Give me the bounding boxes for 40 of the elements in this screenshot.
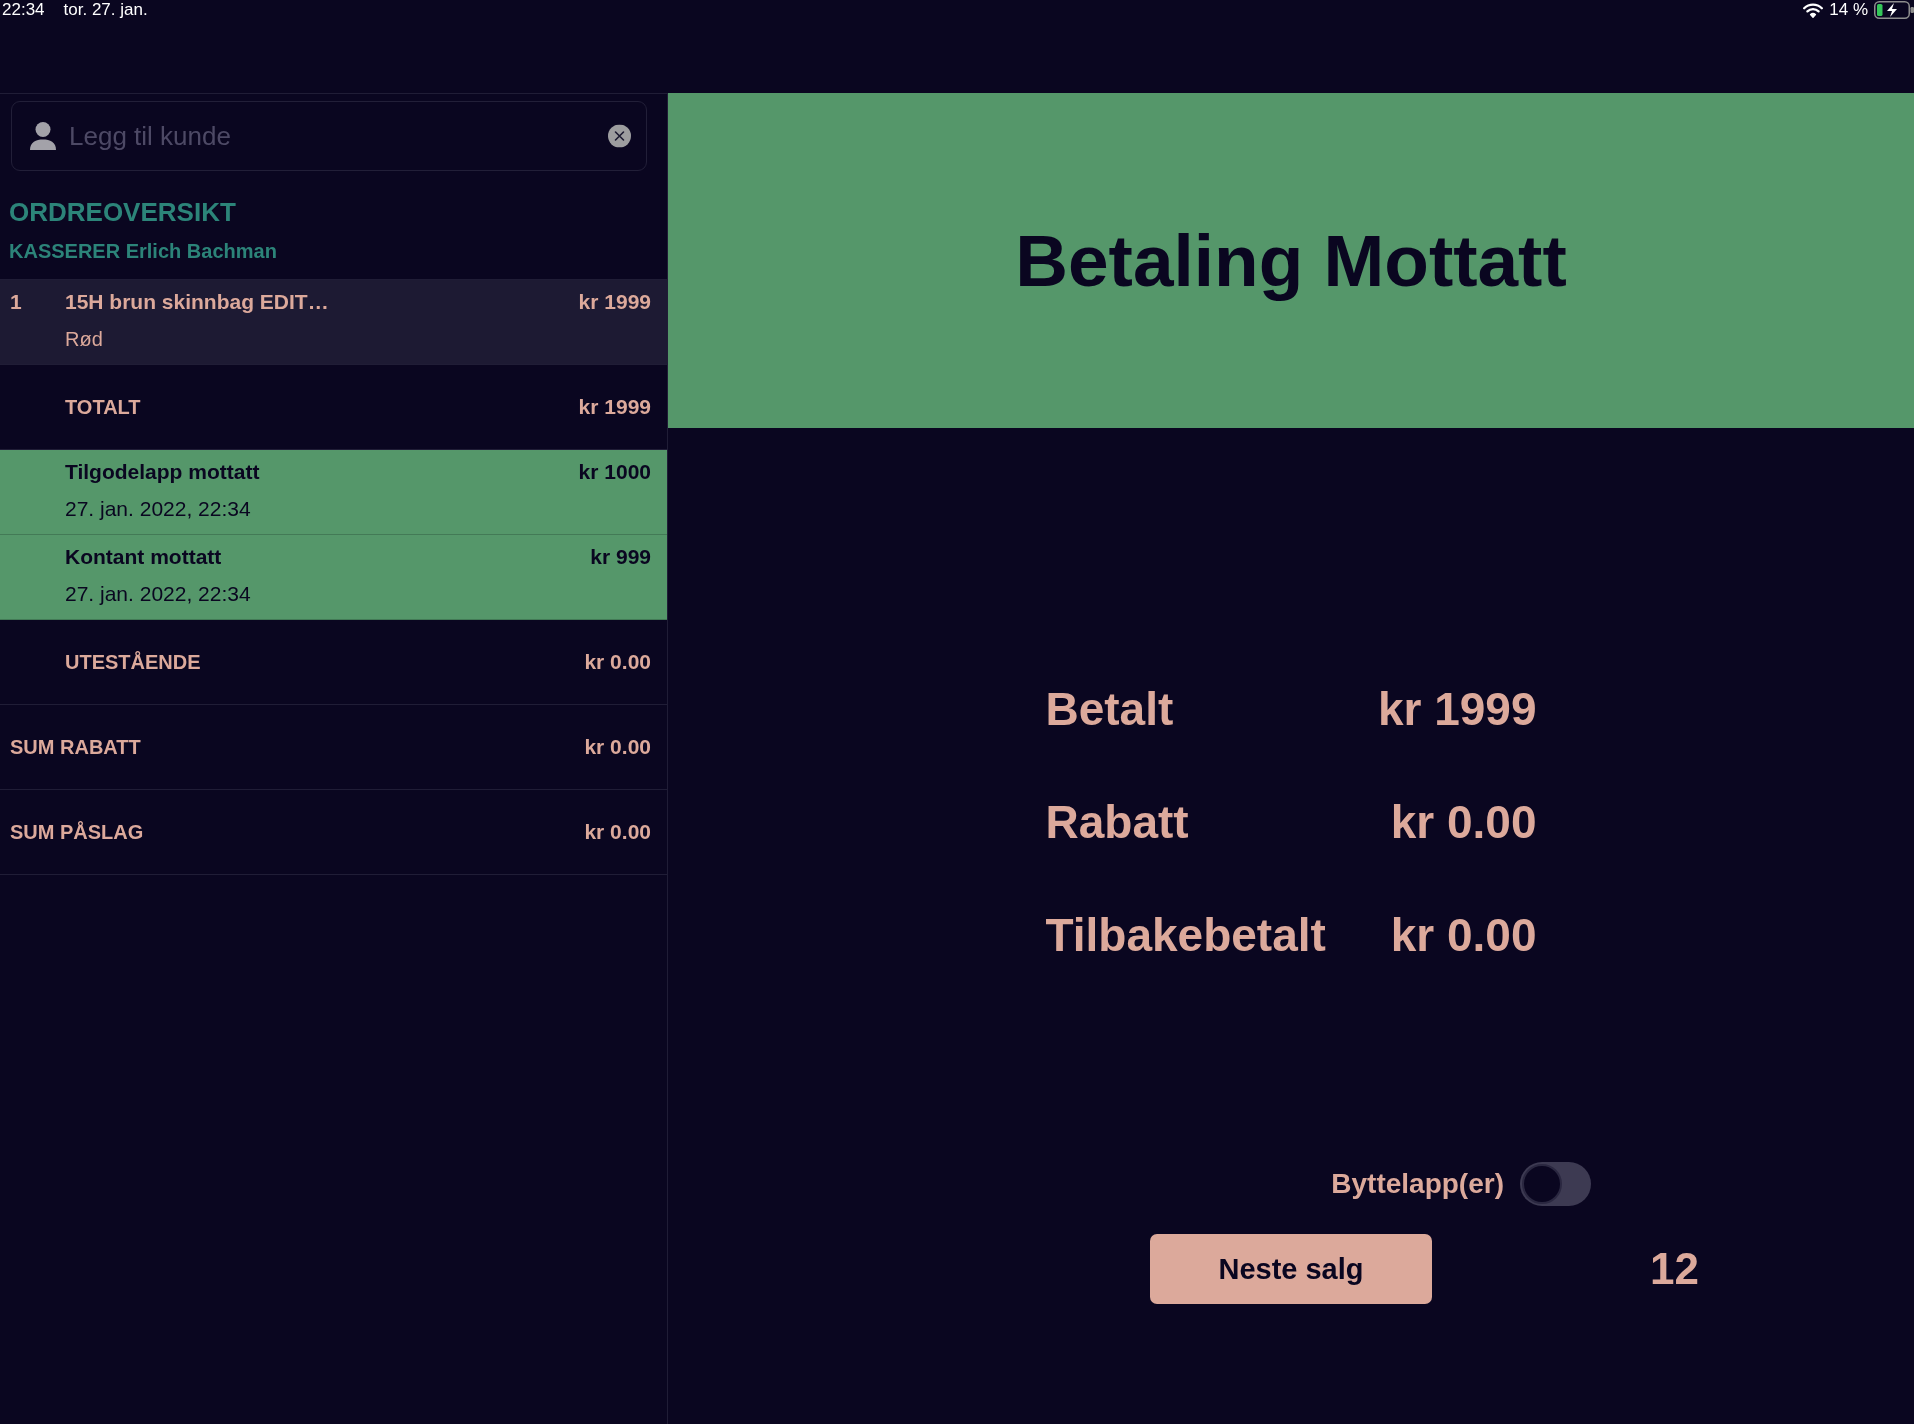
summary-stat-label: Tilbakebetalt: [1045, 907, 1326, 963]
item-variant: Rød: [65, 327, 103, 352]
payment-time: 27. jan. 2022, 22:34: [65, 581, 251, 607]
summary-label: SUM PÅSLAG: [10, 820, 144, 845]
toggle-label: Byttelapp(er): [1331, 1167, 1504, 1201]
payment-amount: kr 999: [590, 544, 651, 570]
cashier-name: KASSERER Erlich Bachman: [9, 239, 278, 264]
battery-charging-icon: [1874, 1, 1914, 19]
banner-title: Betaling Mottatt: [1015, 218, 1567, 303]
status-date: tor. 27. jan.: [63, 0, 148, 20]
summary-label: SUM RABATT: [10, 735, 141, 760]
total-amount: kr 1999: [578, 394, 651, 420]
next-sale-button[interactable]: Neste salg: [1150, 1234, 1432, 1304]
item-name: 15H brun skinnbag EDIT…: [65, 289, 329, 315]
payment-label: Tilgodelapp mottatt: [65, 459, 260, 485]
payment-time: 27. jan. 2022, 22:34: [65, 496, 251, 522]
payment-label: Kontant mottatt: [65, 544, 222, 570]
summary-stat-value: kr 0.00: [1390, 907, 1537, 963]
customer-search-field[interactable]: Legg til kunde: [11, 101, 647, 171]
item-quantity: 1: [10, 289, 22, 315]
battery-percent: 14 %: [1829, 0, 1868, 20]
total-label: TOTALT: [65, 395, 141, 420]
payment-amount: kr 1000: [578, 459, 651, 485]
summary-amount: kr 0.00: [584, 734, 651, 760]
summary-stat-value: kr 1999: [1377, 681, 1537, 737]
total-label: UTESTÅENDE: [65, 650, 201, 675]
order-overview-title: ORDREOVERSIKT: [9, 196, 237, 228]
summary-stat-label: Rabatt: [1045, 794, 1189, 850]
summary-stat-value: kr 0.00: [1390, 794, 1537, 850]
toggle-switch[interactable]: [1520, 1162, 1591, 1206]
wifi-icon: [1803, 2, 1824, 18]
total-amount: kr 0.00: [584, 649, 651, 675]
order-item-row[interactable]: 1 15H brun skinnbag EDIT… kr 1999 Rød: [0, 280, 667, 365]
item-price: kr 1999: [578, 289, 651, 315]
summary-stat-label: Betalt: [1045, 681, 1174, 737]
clear-icon[interactable]: [608, 124, 631, 148]
person-icon: [30, 122, 56, 150]
summary-amount: kr 0.00: [584, 819, 651, 845]
status-time: 22:34: [2, 0, 45, 20]
sale-counter: 12: [1650, 1243, 1699, 1295]
